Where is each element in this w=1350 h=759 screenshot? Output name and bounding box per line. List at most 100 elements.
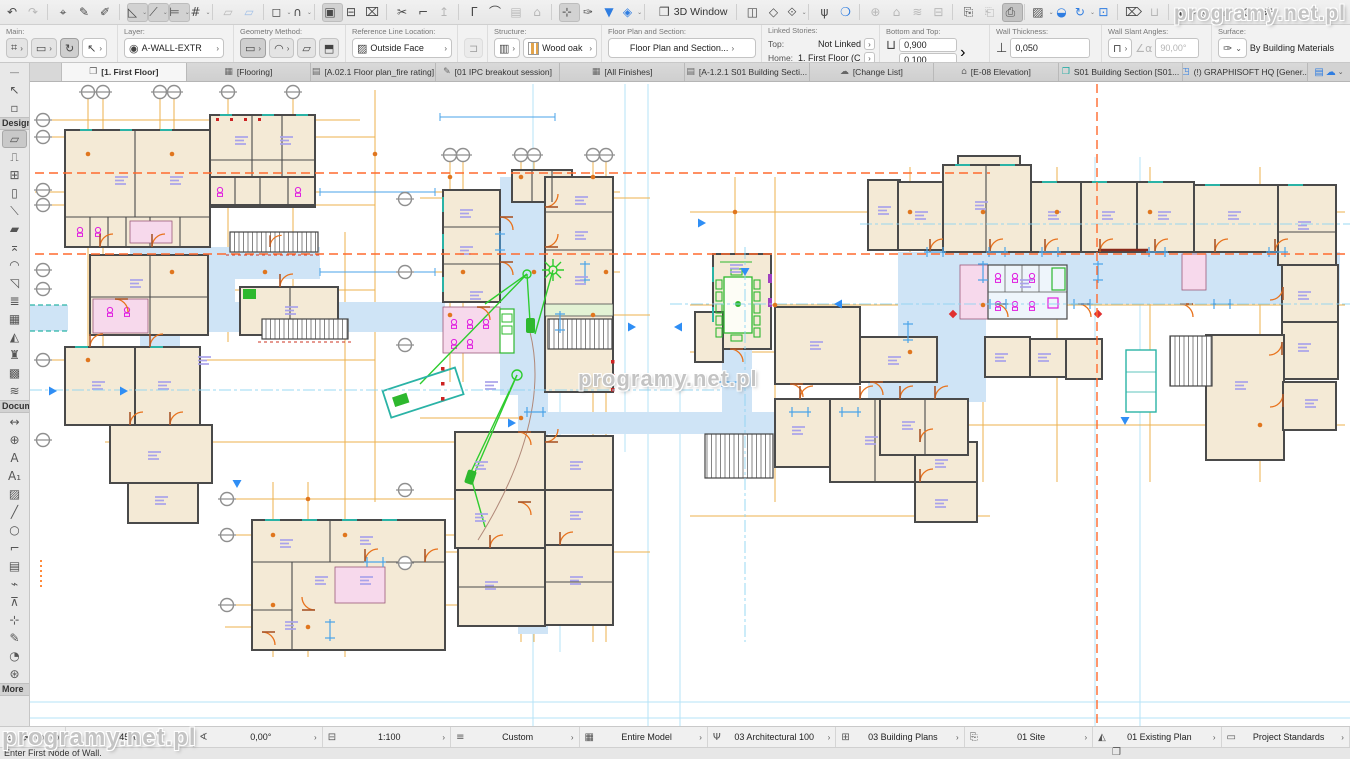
design-section-header[interactable]: Design xyxy=(0,117,29,130)
label-tool[interactable]: A₁ xyxy=(0,467,29,485)
slab-tool[interactable]: ▰ xyxy=(0,220,29,238)
trace-switch-icon[interactable]: ▱ xyxy=(241,3,262,22)
shell-tool[interactable]: ◠ xyxy=(0,256,29,274)
top-offset-input[interactable]: 0,900 xyxy=(899,38,957,52)
zoom-forward-icon[interactable]: ⟳ xyxy=(20,731,29,744)
section-view-icon[interactable]: ◫ xyxy=(744,3,765,22)
orbit-icon[interactable]: ❍ xyxy=(837,3,858,22)
tab-e08-elevation[interactable]: ⌂ [E-08 Elevation] xyxy=(934,63,1059,81)
tab-flooring[interactable]: ▦ [Flooring] xyxy=(187,63,312,81)
mesh-tools-icon[interactable]: ≋ xyxy=(909,3,930,22)
tab-all-finishes[interactable]: ▦ [All Finishes] xyxy=(560,63,685,81)
geometry-trapezoid-button[interactable]: ▱ xyxy=(297,38,315,58)
place-drawing-icon[interactable]: ⊡ xyxy=(1095,3,1116,22)
orientation-icon[interactable]: ⟐ ⌄ xyxy=(786,3,807,22)
document-section-header[interactable]: Document xyxy=(0,400,29,413)
marquee-tool[interactable]: ▫ xyxy=(0,99,29,117)
freehand-icon[interactable]: ✑ xyxy=(580,3,601,22)
zoom-in-icon[interactable]: ⊕ xyxy=(35,731,44,744)
structure-selector[interactable]: Wood oak › xyxy=(523,38,597,58)
undo-icon[interactable]: ↶ xyxy=(4,3,25,22)
graphic-override[interactable]: ⎘ 01 Site › xyxy=(965,727,1093,747)
elevation-tool[interactable]: ⊼ xyxy=(0,593,29,611)
stretch-icon[interactable]: ⊹ xyxy=(559,3,580,22)
redo-icon[interactable]: ↷ xyxy=(25,3,46,22)
guide-lines-icon[interactable]: ◺ ⌄ xyxy=(127,3,148,22)
stair-tool[interactable]: ≣ xyxy=(0,292,29,310)
partial-structure-display[interactable]: ▦ Entire Model › xyxy=(580,727,708,747)
clean-walls-icon[interactable]: ⌦ xyxy=(1125,3,1146,22)
marquee-options-icon[interactable]: ▨ ⌄ xyxy=(1032,3,1053,22)
geometry-straight-button[interactable]: ▭› xyxy=(240,38,266,58)
interior-elevation-tool[interactable]: ⊹ xyxy=(0,611,29,629)
more-section-header[interactable]: More xyxy=(0,683,29,696)
marquee-default-button[interactable]: ▭› xyxy=(31,38,57,58)
trace-reference-icon[interactable]: ▱ xyxy=(220,3,241,22)
tab-graphisoft-hq[interactable]: ◳ (!) GRAPHISOFT HQ [Gener... xyxy=(1183,63,1308,81)
rebuild-icon[interactable]: ↻ ⌄ xyxy=(1074,3,1095,22)
arc-tool[interactable]: ○ xyxy=(0,521,29,539)
paint-bucket-icon[interactable]: ⊔ xyxy=(1146,3,1167,22)
layer-combination[interactable]: Ψ 03 Architectural 100 › xyxy=(708,727,836,747)
add-camera-icon[interactable]: ◎ xyxy=(1197,3,1218,22)
camera-tool[interactable]: ⊛ xyxy=(0,665,29,683)
geometry-polygon-button[interactable]: ⬒ xyxy=(319,38,339,58)
bottom-top-chevron[interactable]: › xyxy=(960,44,965,62)
split-icon[interactable]: ✂ xyxy=(394,3,415,22)
walk-mode-icon[interactable]: ψ xyxy=(816,3,837,22)
paste-icon[interactable]: ⎗ xyxy=(981,3,1002,22)
pen-set[interactable]: ≡ Custom › xyxy=(451,727,579,747)
grid-snap-icon[interactable]: # ⌄ xyxy=(190,3,211,22)
railing-tool[interactable]: ▦ xyxy=(0,310,29,328)
story-settings-icon[interactable]: ⌂ xyxy=(888,3,909,22)
tab-ipc-breakout[interactable]: ✎ [01 IPC breakout session] xyxy=(436,63,561,81)
refline-selector[interactable]: ▨ Outside Face › xyxy=(352,38,452,58)
three-d-window-button[interactable]: ❒ 3D Window xyxy=(652,3,735,22)
editing-plane-icon[interactable]: ◈ ⌄ xyxy=(622,3,643,22)
wall-tool[interactable]: ▱ xyxy=(2,130,27,148)
snap-guides-icon[interactable]: ⟋ ⌄ xyxy=(148,3,169,22)
home-link-chevron[interactable]: › xyxy=(864,52,875,63)
trim-icon[interactable]: Γ xyxy=(466,3,487,22)
column-tool[interactable]: ▯ xyxy=(0,184,29,202)
inject-parameters-icon[interactable]: ✎ xyxy=(76,3,97,22)
snap-references-icon[interactable]: ⊨ ⌄ xyxy=(169,3,190,22)
level-dimension-tool[interactable]: ⊕ xyxy=(0,431,29,449)
geometry-curved-button[interactable]: ◠› xyxy=(269,38,294,58)
explode-icon[interactable]: ⌧ xyxy=(364,3,385,22)
window-tool[interactable]: ⊞ xyxy=(0,166,29,184)
fill-tool[interactable]: ▨ xyxy=(0,485,29,503)
tab-s01-building-section-layout[interactable]: ▤ [A-1.2.1 S01 Building Secti... xyxy=(685,63,810,81)
mesh-tool[interactable]: ≋ xyxy=(0,382,29,400)
tab-s01-building-section[interactable]: ❒ S01 Building Section [S01... xyxy=(1059,63,1184,81)
rotate-default-button[interactable]: ↻ xyxy=(60,38,79,58)
transfer-settings-icon[interactable]: ✐ xyxy=(97,3,118,22)
adjust-icon[interactable]: ⌐ xyxy=(415,3,436,22)
zoom-out-icon[interactable]: ⊖ xyxy=(51,731,60,744)
model-view-options[interactable]: ⊞ 03 Building Plans › xyxy=(836,727,964,747)
slant-angle-input[interactable]: 90,00° xyxy=(1155,38,1199,58)
floor-plan-canvas[interactable] xyxy=(30,82,1350,726)
toolbox-handle[interactable]: — xyxy=(0,63,29,81)
paste-options-icon[interactable]: ⎙ xyxy=(1002,3,1023,22)
zone-update-icon[interactable]: ⊕ xyxy=(867,3,888,22)
window-stack-icon[interactable]: ❐ xyxy=(1112,747,1121,758)
groups-icon[interactable]: ▣ xyxy=(322,3,343,22)
render-settings-icon[interactable]: ❋ xyxy=(1260,3,1281,22)
surface-paint-button[interactable]: ✑⌄ xyxy=(1218,38,1247,58)
section-tool[interactable]: ⌁ xyxy=(0,575,29,593)
fillet-icon[interactable]: ⌒ xyxy=(487,3,508,22)
layer-selector[interactable]: ◉ A-WALL-EXTR › xyxy=(124,38,224,58)
renovation-filter[interactable]: ◭ 01 Existing Plan › xyxy=(1093,727,1221,747)
roof-tool[interactable]: ⌅ xyxy=(0,238,29,256)
solid-ops-icon[interactable]: ⊟ xyxy=(930,3,951,22)
worksheet-tool[interactable]: ✎ xyxy=(0,629,29,647)
curtain-wall-tool[interactable]: ◹ xyxy=(0,274,29,292)
suspend-groups-icon[interactable]: ⊟ xyxy=(343,3,364,22)
lock-icon[interactable]: ∩ ⌄ xyxy=(292,3,313,22)
composite-button[interactable]: ▥› xyxy=(494,38,520,58)
path-camera-icon[interactable]: ⊙ xyxy=(1239,3,1260,22)
zone-tool[interactable]: ▩ xyxy=(0,364,29,382)
object-tool[interactable]: ♜ xyxy=(0,346,29,364)
orientation-angle[interactable]: ∢ 0,00° › xyxy=(194,727,322,747)
